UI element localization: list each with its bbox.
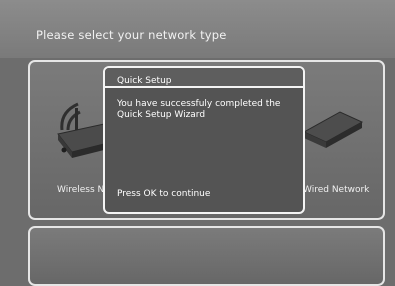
wired-network-label[interactable]: Wired Network [303,185,369,195]
page-title: Please select your network type [36,28,227,42]
dialog-message: You have successfuly completed the Quick… [117,99,281,120]
quick-setup-dialog[interactable]: Quick Setup You have successfuly complet… [103,66,305,214]
lower-panel [28,226,385,286]
header-bar: Please select your network type [0,0,395,58]
dialog-hint: Press OK to continue [117,189,211,199]
dialog-titlebar: Quick Setup [105,68,303,88]
dialog-title: Quick Setup [117,76,172,86]
wired-router-icon[interactable] [300,106,366,154]
